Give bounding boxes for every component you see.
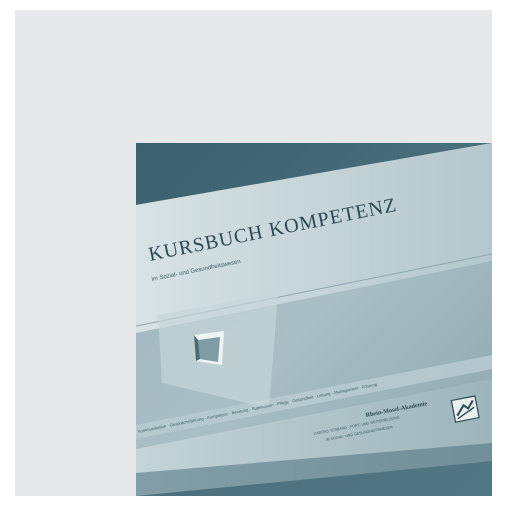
- photo-canvas: KURSBUCH KOMPETENZ im Sozial- und Gesund…: [136, 143, 492, 496]
- publisher-logo-icon: [450, 395, 480, 423]
- brochure-photo: KURSBUCH KOMPETENZ im Sozial- und Gesund…: [136, 143, 492, 496]
